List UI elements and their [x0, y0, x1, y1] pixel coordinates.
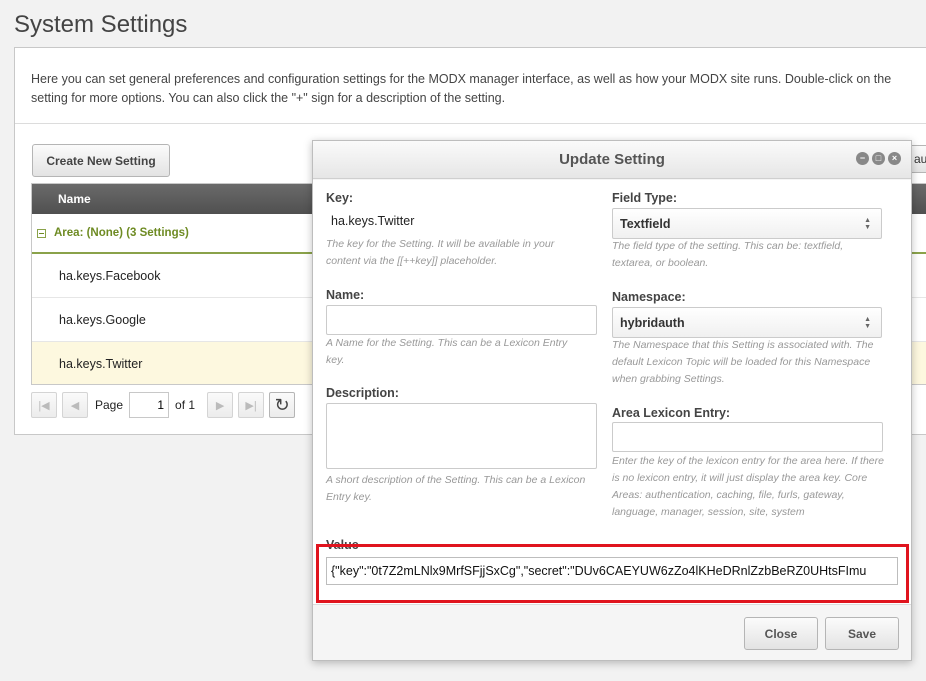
- last-page-icon[interactable]: ▶|: [238, 392, 265, 418]
- pagination-bar: |◀ ◀ Page of 1 ▶ ▶| ↻: [31, 385, 331, 425]
- close-icon[interactable]: ×: [888, 152, 901, 165]
- collapse-icon[interactable]: [37, 228, 46, 238]
- description-hint: A short description of the Setting. This…: [326, 474, 586, 503]
- page-count-label: of 1: [175, 398, 196, 412]
- update-setting-dialog: Update Setting − □ × Key: ha.keys.Twitte…: [312, 140, 912, 661]
- dialog-title: Update Setting: [559, 151, 665, 168]
- field-type-value: Textfield: [620, 216, 671, 231]
- row-name: ha.keys.Twitter: [59, 356, 143, 371]
- combo-arrows-icon: ▲ ▼: [864, 316, 871, 330]
- group-label: Area: (None) (3 Settings): [54, 227, 189, 239]
- value-field[interactable]: {"key":"0t7Z2mLNlx9MrfSFjjSxCg","secret"…: [326, 557, 898, 585]
- namespace-select[interactable]: hybridauth ▲ ▼: [612, 307, 882, 338]
- field-type-hint: The field type of the setting. This can …: [612, 240, 844, 269]
- namespace-value: hybridauth: [620, 315, 685, 330]
- description-field[interactable]: [326, 403, 597, 469]
- key-value: ha.keys.Twitter: [331, 214, 415, 228]
- refresh-icon[interactable]: ↻: [269, 392, 296, 418]
- name-hint: A Name for the Setting. This can be a Le…: [326, 337, 568, 366]
- combo-arrows-icon: ▲ ▼: [864, 217, 871, 231]
- dialog-header[interactable]: Update Setting − □ ×: [313, 141, 911, 179]
- area-field[interactable]: [612, 422, 883, 452]
- prev-page-icon[interactable]: ◀: [62, 392, 88, 418]
- dialog-body: Key: ha.keys.Twitter The key for the Set…: [313, 180, 911, 605]
- first-page-icon[interactable]: |◀: [31, 392, 57, 418]
- name-field[interactable]: [326, 305, 597, 335]
- page-number-input[interactable]: [129, 392, 170, 418]
- namespace-label: Namespace:: [612, 290, 686, 304]
- minimize-icon[interactable]: −: [856, 152, 869, 165]
- page-title: System Settings: [14, 11, 188, 38]
- key-label: Key:: [326, 191, 354, 205]
- namespace-hint: The Namespace that this Setting is assoc…: [612, 339, 874, 385]
- key-hint: The key for the Setting. It will be avai…: [326, 238, 555, 267]
- maximize-icon[interactable]: □: [872, 152, 885, 165]
- area-hint: Enter the key of the lexicon entry for t…: [612, 455, 884, 518]
- page-label: Page: [95, 398, 124, 412]
- dialog-footer: Close Save: [313, 604, 911, 660]
- intro-line-2: setting for more options. You can also c…: [31, 91, 506, 105]
- create-new-setting-button[interactable]: Create New Setting: [32, 144, 170, 177]
- row-name: ha.keys.Facebook: [59, 268, 161, 283]
- column-header-name[interactable]: Name: [32, 192, 91, 206]
- intro-text: Here you can set general preferences and…: [15, 48, 926, 124]
- field-type-label: Field Type:: [612, 191, 678, 205]
- area-label: Area Lexicon Entry:: [612, 406, 731, 420]
- window-tools: − □ ×: [856, 152, 901, 165]
- save-button[interactable]: Save: [825, 617, 899, 650]
- row-name: ha.keys.Google: [59, 312, 146, 327]
- intro-line-1: Here you can set general preferences and…: [31, 72, 892, 86]
- close-button[interactable]: Close: [744, 617, 818, 650]
- description-label: Description:: [326, 386, 399, 400]
- field-type-select[interactable]: Textfield ▲ ▼: [612, 208, 882, 239]
- name-label: Name:: [326, 288, 365, 302]
- next-page-icon[interactable]: ▶: [207, 392, 234, 418]
